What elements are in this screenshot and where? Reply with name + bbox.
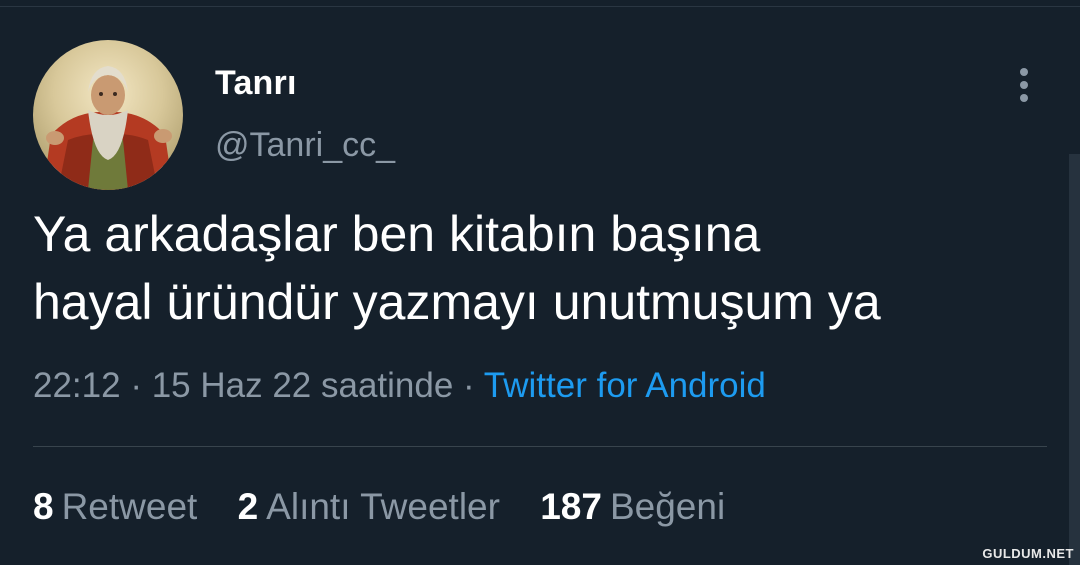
avatar[interactable] [33,40,183,190]
tweet-source-link[interactable]: Twitter for Android [484,366,766,405]
tweet-date[interactable]: 15 Haz 22 saatinde [152,366,454,405]
tweet-text-line: hayal üründür yazmayı unutmuşum ya [33,274,881,330]
quotes-stat[interactable]: 2 Alıntı Tweetler [238,486,500,528]
display-name[interactable]: Tanrı [215,64,297,103]
tweet-stats: 8 Retweet 2 Alıntı Tweetler 187 Beğeni [33,486,755,528]
more-vertical-icon[interactable] [1014,66,1034,106]
tweet-meta: 22:12 · 15 Haz 22 saatinde · Twitter for… [33,366,766,406]
retweets-count: 8 [33,486,54,527]
watermark: GULDUM.NET [982,546,1074,561]
avatar-image [33,40,183,190]
scrollbar[interactable] [1069,154,1080,565]
user-handle[interactable]: @Tanri_cc_ [215,126,395,165]
tweet-time[interactable]: 22:12 [33,366,121,405]
tweet-text: Ya arkadaşlar ben kitabın başına hayal ü… [33,200,1053,336]
meta-separator: · [120,366,152,405]
retweets-stat[interactable]: 8 Retweet [33,486,197,528]
top-divider [0,6,1080,7]
stats-divider [33,446,1047,447]
tweet-text-line: Ya arkadaşlar ben kitabın başına [33,206,761,262]
likes-count: 187 [540,486,602,527]
quotes-count: 2 [237,486,259,527]
meta-separator: · [453,366,484,405]
likes-label: Beğeni [609,486,726,527]
likes-stat[interactable]: 187 Beğeni [540,486,725,528]
retweets-label: Retweet [61,486,198,527]
quotes-label: Alıntı Tweetler [266,486,500,527]
